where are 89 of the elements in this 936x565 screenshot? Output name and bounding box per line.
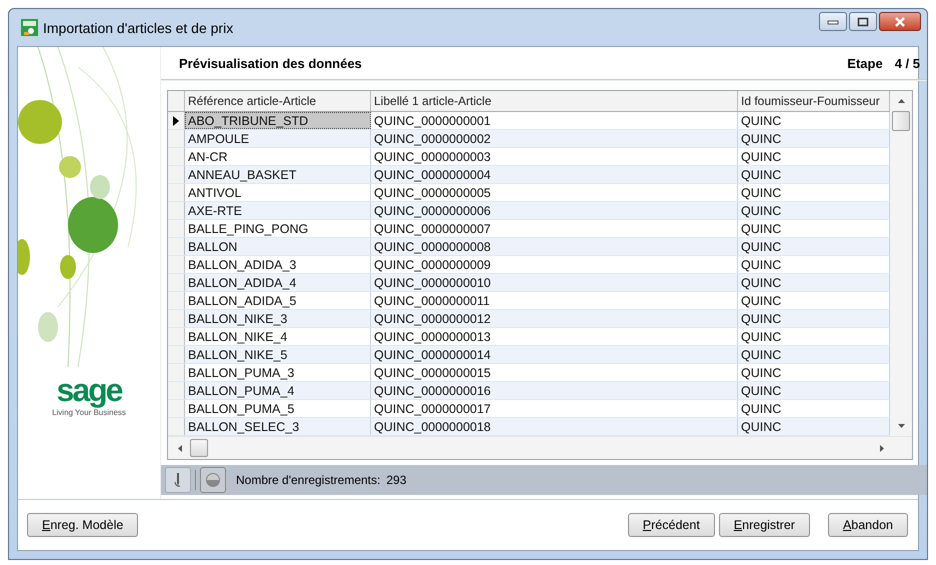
step-label: Etape: [847, 56, 883, 70]
table-row[interactable]: BALLON_NIKE_5 QUINC_0000000014 QUINC: [168, 346, 890, 364]
close-icon: [894, 16, 906, 26]
table-row[interactable]: BALLON_PUMA_5 QUINC_0000000017 QUINC: [168, 400, 890, 418]
table-cell: QUINC_0000000001: [371, 112, 738, 129]
table-cell: ABO_TRIBUNE_STD: [185, 112, 371, 129]
table-row[interactable]: BALLON_ADIDA_3 QUINC_0000000009 QUINC: [168, 256, 890, 274]
table-cell: QUINC_0000000002: [371, 130, 738, 147]
scroll-left-icon: [178, 444, 182, 452]
scroll-up-icon: [898, 99, 904, 103]
table-row[interactable]: BALLON_NIKE_3 QUINC_0000000012 QUINC: [168, 310, 890, 328]
table-cell: QUINC_0000000017: [371, 400, 738, 417]
brand-tagline: Living Your Business: [52, 408, 126, 417]
table-cell: QUINC_0000000012: [371, 310, 738, 327]
table-row[interactable]: BALLON_PUMA_4 QUINC_0000000016 QUINC: [168, 382, 890, 400]
table-cell: ANTIVOL: [185, 184, 371, 201]
record-count-label: Nombre d'enregistrements:: [236, 473, 380, 487]
table-cell: QUINC_0000000008: [371, 238, 738, 255]
save-template-button[interactable]: Enreg. Modèle: [27, 513, 138, 537]
table-cell: BALLON_PUMA_4: [185, 382, 371, 399]
pen-icon: [173, 472, 183, 488]
minimize-icon: [827, 18, 839, 24]
table-cell: AN-CR: [185, 148, 371, 165]
table-row[interactable]: BALLON QUINC_0000000008 QUINC: [168, 238, 890, 256]
refresh-button[interactable]: [200, 467, 226, 493]
table-cell: QUINC_0000000013: [371, 328, 738, 345]
table-row[interactable]: AN-CR QUINC_0000000003 QUINC: [168, 148, 890, 166]
table-cell: QUINC_0000000004: [371, 166, 738, 183]
brand-logo: sage: [56, 373, 122, 407]
table-row[interactable]: BALLON_SELEC_3 QUINC_0000000018 QUINC: [168, 418, 890, 436]
table-row[interactable]: BALLE_PING_PONG QUINC_0000000007 QUINC: [168, 220, 890, 238]
table-cell: QUINC_0000000011: [371, 292, 738, 309]
scroll-thumb[interactable]: [892, 111, 910, 131]
row-header[interactable]: [168, 112, 185, 129]
dialog-button[interactable]: Enregistrer: [718, 513, 810, 537]
table-cell: AXE-RTE: [185, 202, 371, 219]
app-icon: [21, 19, 38, 36]
table-cell: BALLON_NIKE_3: [185, 310, 371, 327]
table-cell: QUINC_0000000009: [371, 256, 738, 273]
table-cell: QUINC_0000000005: [371, 184, 738, 201]
column-header[interactable]: Libellé 1 article-Article: [371, 91, 738, 111]
table-cell: QUINC_0000000003: [371, 148, 738, 165]
current-row-icon: [173, 116, 179, 126]
table-cell: BALLE_PING_PONG: [185, 220, 371, 237]
record-count: 293: [386, 473, 406, 487]
table-row[interactable]: BALLON_NIKE_4 QUINC_0000000013 QUINC: [168, 328, 890, 346]
close-button[interactable]: [879, 12, 921, 31]
maximize-button[interactable]: [849, 12, 877, 31]
table-cell: QUINC_0000000018: [371, 418, 738, 435]
table-cell: QUINC_0000000015: [371, 364, 738, 381]
table-cell: BALLON_PUMA_5: [185, 400, 371, 417]
table-cell: BALLON_ADIDA_4: [185, 274, 371, 291]
horizontal-scrollbar[interactable]: [168, 436, 912, 459]
table-cell: QUINC_0000000010: [371, 274, 738, 291]
table-row[interactable]: BALLON_ADIDA_4 QUINC_0000000010 QUINC: [168, 274, 890, 292]
column-header[interactable]: Référence article-Article: [185, 91, 371, 111]
table-cell: BALLON_ADIDA_5: [185, 292, 371, 309]
pen-button[interactable]: [165, 467, 191, 493]
table-cell: ANNEAU_BASKET: [185, 166, 371, 183]
table-cell: QUINC_0000000007: [371, 220, 738, 237]
scroll-down-icon: [898, 424, 904, 428]
dialog-button[interactable]: Précédent: [628, 513, 715, 537]
table-cell: BALLON_PUMA_3: [185, 364, 371, 381]
scroll-thumb[interactable]: [190, 439, 208, 457]
table-row[interactable]: AXE-RTE QUINC_0000000006 QUINC: [168, 202, 890, 220]
maximize-icon: [857, 16, 869, 26]
scroll-right-icon: [880, 444, 884, 452]
step-counter: 4 / 5: [894, 56, 920, 70]
table-row[interactable]: ANTIVOL QUINC_0000000005 QUINC: [168, 184, 890, 202]
table-row[interactable]: AMPOULE QUINC_0000000002 QUINC: [168, 130, 890, 148]
vertical-scrollbar[interactable]: [890, 91, 912, 436]
table-cell: QUINC_0000000006: [371, 202, 738, 219]
table-cell: BALLON_NIKE_5: [185, 346, 371, 363]
table-row[interactable]: BALLON_PUMA_3 QUINC_0000000015 QUINC: [168, 364, 890, 382]
table-cell: QUINC_0000000014: [371, 346, 738, 363]
table-row[interactable]: ABO_TRIBUNE_STD QUINC_0000000001 QUINC: [168, 112, 890, 130]
table-row[interactable]: BALLON_ADIDA_5 QUINC_0000000011 QUINC: [168, 292, 890, 310]
table-cell: BALLON: [185, 238, 371, 255]
dialog-button[interactable]: Abandon: [828, 513, 908, 537]
disc-icon: [205, 472, 221, 488]
table-cell: QUINC_0000000016: [371, 382, 738, 399]
page-title: Prévisualisation des données: [179, 56, 362, 70]
table-cell: BALLON_NIKE_4: [185, 328, 371, 345]
table-cell: AMPOULE: [185, 130, 371, 147]
table-cell: BALLON_SELEC_3: [185, 418, 371, 435]
table-cell: BALLON_ADIDA_3: [185, 256, 371, 273]
table-row[interactable]: ANNEAU_BASKET QUINC_0000000004 QUINC: [168, 166, 890, 184]
minimize-button[interactable]: [819, 12, 847, 31]
window-title: Importation d'articles et de prix: [43, 20, 234, 36]
